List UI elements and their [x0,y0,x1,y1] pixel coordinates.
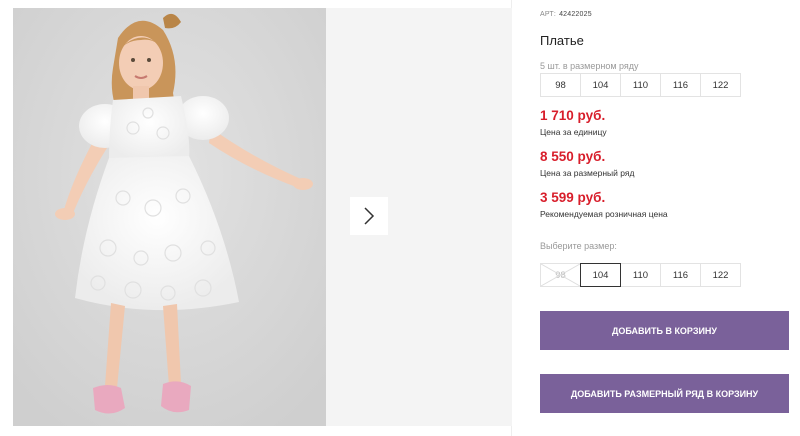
girl-in-dress-illustration [13,8,326,426]
unit-price-caption: Цена за единицу [540,127,607,137]
product-photo[interactable] [13,8,326,426]
size-option[interactable]: 122 [700,263,741,287]
pack-price: 8 550 руб. [540,149,606,164]
product-page: АРТ: 42422025 Платье 5 шт. в размерном ря… [0,0,800,436]
add-pack-to-cart-button[interactable]: ДОБАВИТЬ РАЗМЕРНЫЙ РЯД В КОРЗИНУ [540,374,789,413]
strikethrough-icon [541,264,580,286]
size-option[interactable]: 110 [620,263,661,287]
product-gallery [0,0,512,436]
pack-sizes-label: 5 шт. в размерном ряду [540,61,639,71]
pack-size-cell: 110 [620,73,661,97]
article-label: АРТ [540,11,554,18]
pack-size-cell: 122 [700,73,741,97]
article-number: АРТ: 42422025 [540,11,592,18]
add-to-cart-button[interactable]: ДОБАВИТЬ В КОРЗИНУ [540,311,789,350]
next-photo-button[interactable] [350,197,388,235]
size-option-unavailable: 98 [540,263,581,287]
size-selector: 98 104 110 116 122 [540,263,741,287]
pack-price-caption: Цена за размерный ряд [540,168,635,178]
retail-price: 3 599 руб. [540,190,606,205]
pack-size-cell: 98 [540,73,581,97]
chevron-right-icon [364,207,375,225]
size-option[interactable]: 116 [660,263,701,287]
retail-price-caption: Рекомендуемая розничная цена [540,209,668,219]
unit-price: 1 710 руб. [540,108,606,123]
pack-size-cell: 116 [660,73,701,97]
choose-size-label: Выберите размер: [540,241,617,251]
product-title: Платье [540,33,584,48]
size-option-selected[interactable]: 104 [580,263,621,287]
pack-size-row: 98 104 110 116 122 [540,73,741,97]
article-value: 42422025 [559,11,592,18]
pack-size-cell: 104 [580,73,621,97]
